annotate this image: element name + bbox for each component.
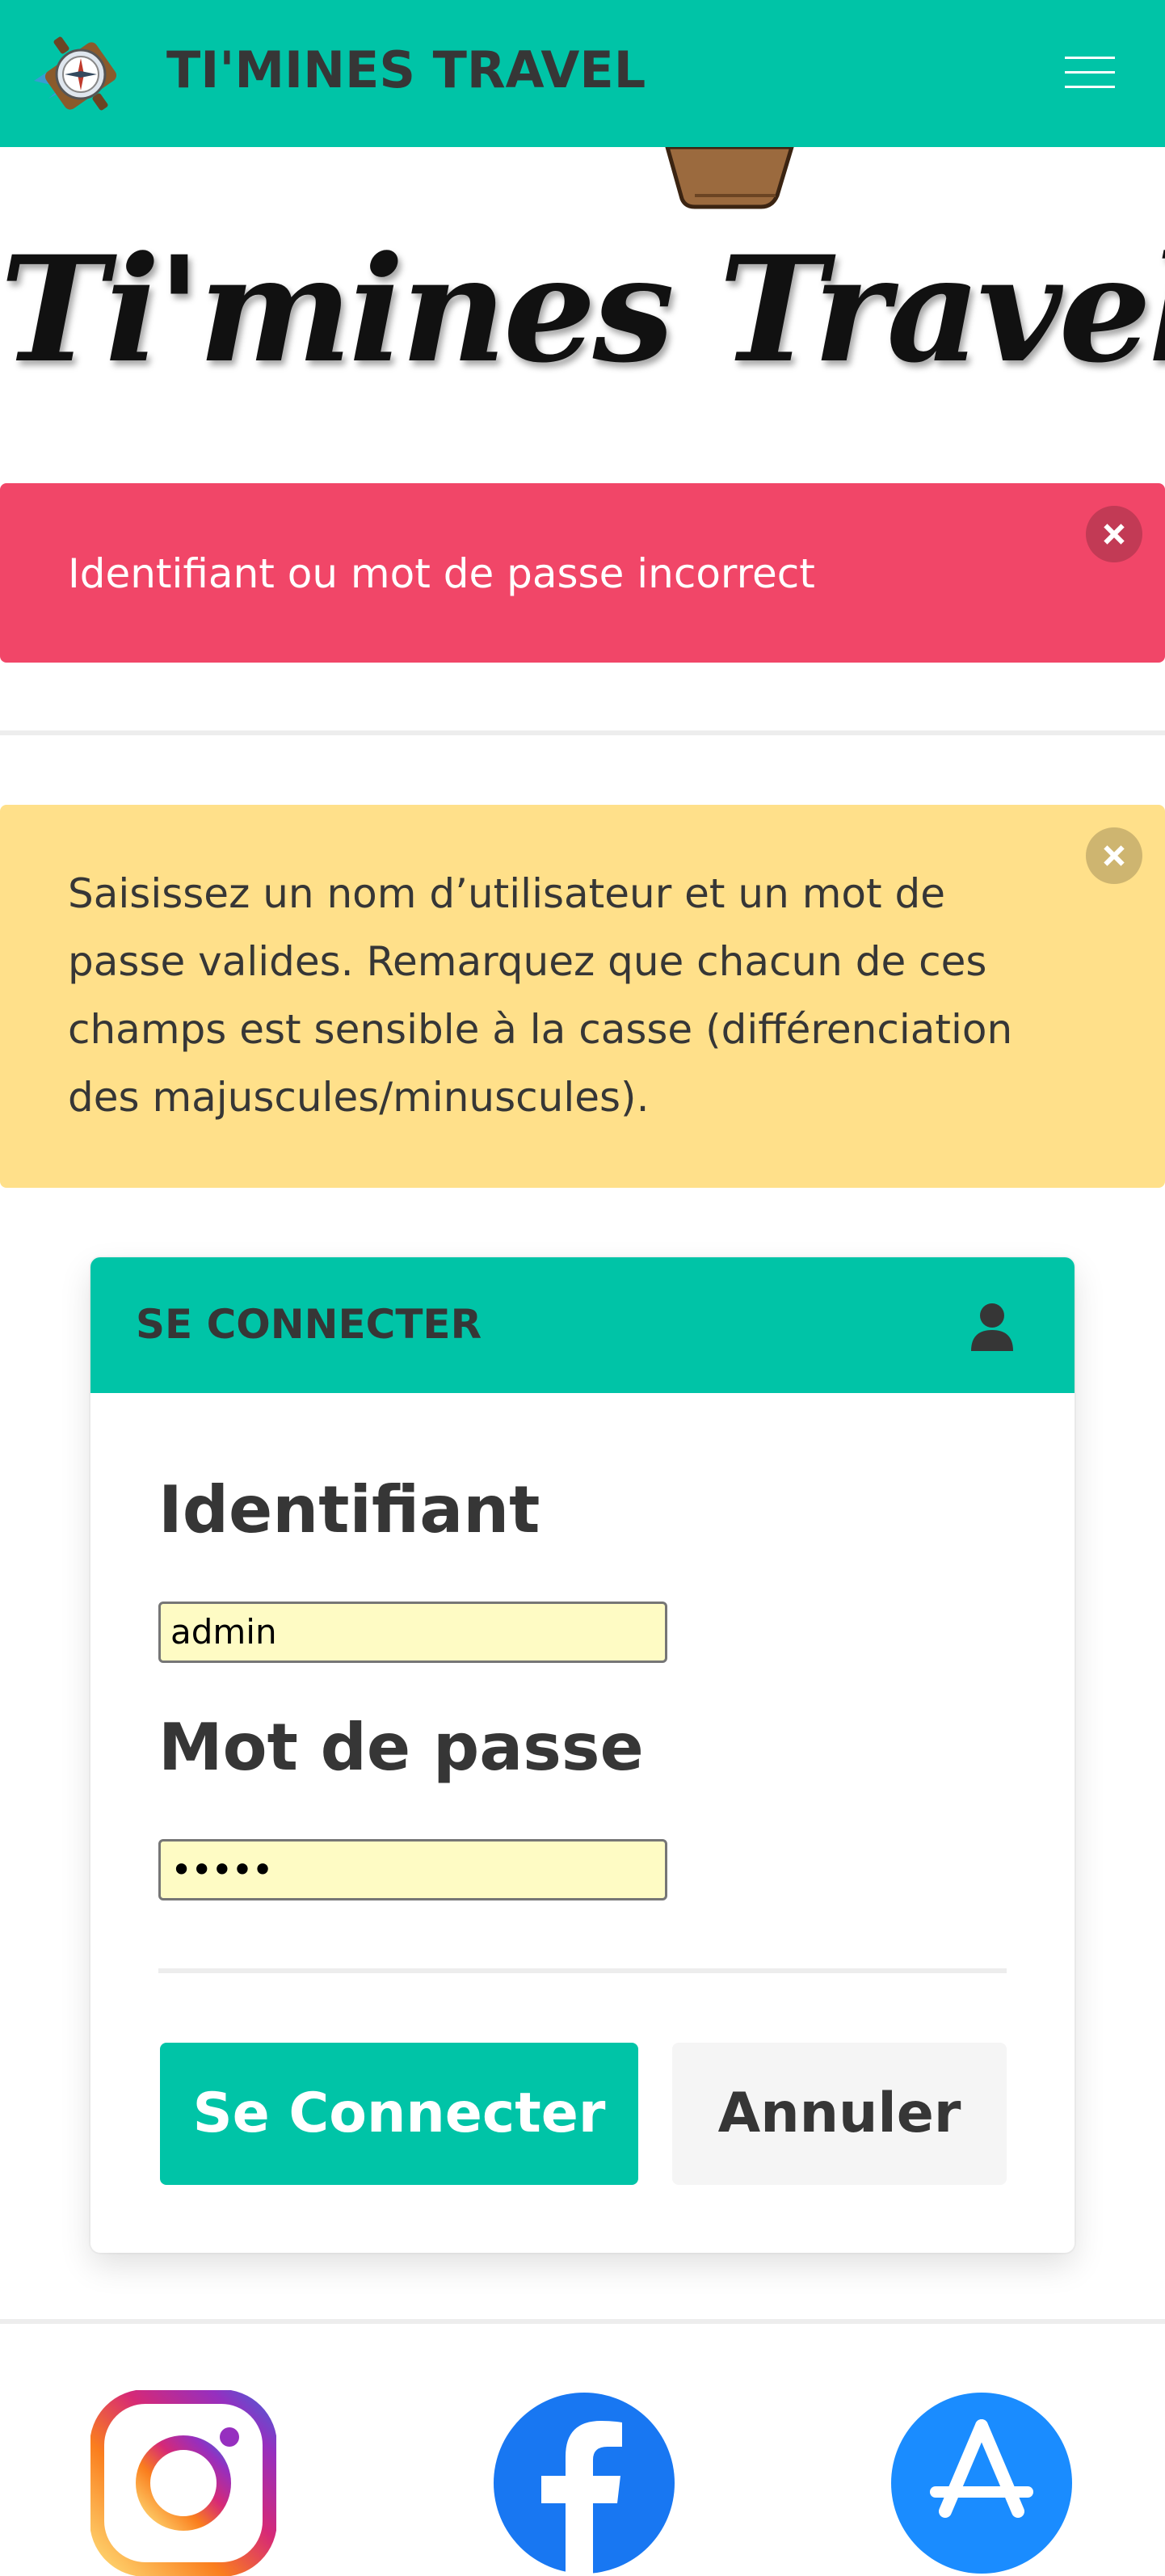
login-card-title: SE CONNECTER — [136, 1301, 482, 1348]
divider — [0, 2319, 1165, 2324]
site-title[interactable]: TI'MINES TRAVEL — [166, 40, 646, 99]
username-input[interactable]: admin — [158, 1602, 667, 1663]
error-message: Identifiant ou mot de passe incorrect — [68, 550, 815, 597]
brand-wordmark: Ti'mines Travel — [0, 225, 1165, 389]
suitcase-compass-logo[interactable] — [32, 31, 137, 115]
warning-message: Saisissez un nom d’utilisateur et un mot… — [68, 870, 1013, 1121]
divider — [0, 730, 1165, 735]
username-label: Identifiant — [158, 1472, 540, 1547]
divider — [158, 1968, 1007, 1973]
login-button[interactable]: Se Connecter — [160, 2043, 638, 2185]
password-label: Mot de passe — [158, 1710, 644, 1785]
navbar: TI'MINES TRAVEL — [0, 0, 1165, 147]
facebook-icon[interactable] — [491, 2390, 677, 2576]
app-store-icon[interactable] — [889, 2390, 1075, 2576]
user-icon — [971, 1303, 1013, 1351]
error-notification: Identifiant ou mot de passe incorrect — [0, 483, 1165, 663]
close-icon[interactable] — [1086, 827, 1142, 884]
instagram-icon[interactable] — [90, 2390, 276, 2576]
warning-notification: Saisissez un nom d’utilisateur et un mot… — [0, 805, 1165, 1188]
hamburger-menu-icon[interactable] — [1065, 50, 1115, 95]
login-card: SE CONNECTER Identifiant admin Mot de pa… — [90, 1257, 1075, 2253]
suitcase-illustration-icon — [665, 147, 794, 209]
cancel-button[interactable]: Annuler — [672, 2043, 1007, 2185]
password-input[interactable]: ••••• — [158, 1839, 667, 1900]
close-icon[interactable] — [1086, 506, 1142, 562]
hero-banner: Ti'mines Travel — [0, 147, 1165, 389]
login-card-header: SE CONNECTER — [90, 1257, 1075, 1393]
